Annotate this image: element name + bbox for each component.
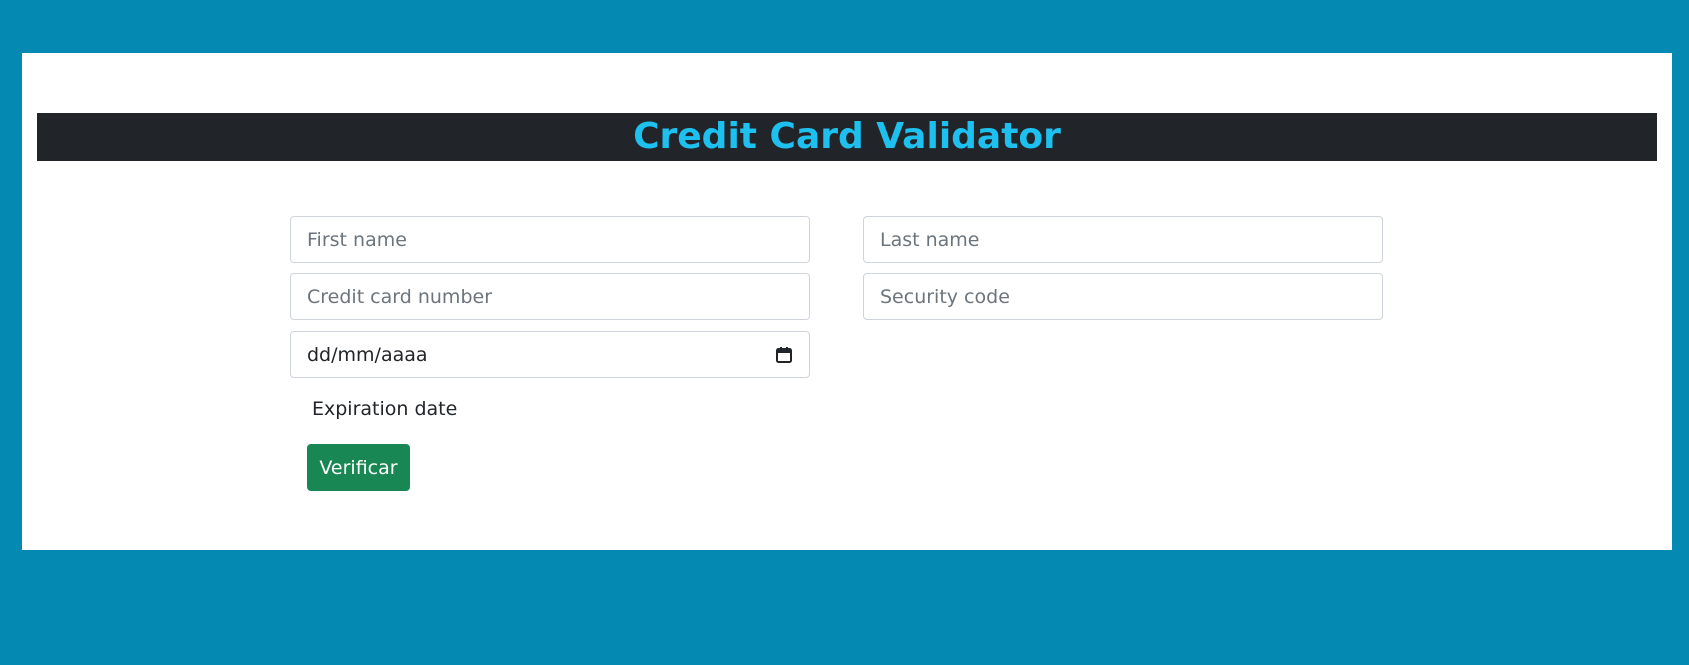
security-code-input[interactable]: Security code (863, 273, 1383, 320)
first-name-placeholder: First name (307, 228, 407, 251)
credit-card-number-placeholder: Credit card number (307, 285, 492, 308)
header-bar: Credit Card Validator (37, 113, 1657, 161)
last-name-placeholder: Last name (880, 228, 980, 251)
page-background: { "header": { "title": "Credit Card Vali… (0, 0, 1689, 665)
security-code-placeholder: Security code (880, 285, 1010, 308)
page-title: Credit Card Validator (633, 116, 1061, 157)
first-name-input[interactable]: First name (290, 216, 810, 263)
expiration-date-input[interactable]: dd/mm/aaaa (290, 331, 810, 378)
verify-button[interactable]: Verificar (307, 444, 410, 491)
expiration-date-value: dd/mm/aaaa (307, 343, 428, 366)
calendar-icon[interactable] (775, 346, 793, 364)
last-name-input[interactable]: Last name (863, 216, 1383, 263)
credit-card-number-input[interactable]: Credit card number (290, 273, 810, 320)
expiration-date-label: Expiration date (312, 398, 458, 420)
form-card: Credit Card Validator First name Last na… (22, 53, 1672, 550)
